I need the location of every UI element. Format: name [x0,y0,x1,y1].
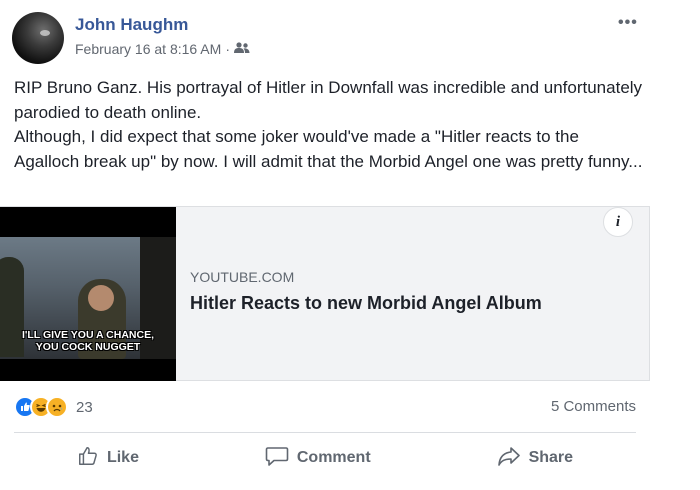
share-arrow-icon [497,445,521,472]
thumbnail-scene: I'LL GIVE YOU A CHANCE, YOU COCK NUGGET [0,237,176,359]
video-thumbnail[interactable]: I'LL GIVE YOU A CHANCE, YOU COCK NUGGET [0,207,176,381]
post-paragraph: Although, I did expect that some joker w… [14,127,643,171]
post-paragraph: RIP Bruno Ganz. His portrayal of Hitler … [14,78,643,122]
comments-count-link[interactable]: 5 Comments [551,398,636,415]
reactions-summary[interactable]: 23 [14,396,93,418]
comment-button[interactable]: Comment [265,440,371,476]
caption-line: I'LL GIVE YOU A CHANCE, [21,329,154,341]
author-avatar[interactable] [12,12,64,64]
link-preview-card[interactable]: I'LL GIVE YOU A CHANCE, YOU COCK NUGGET … [0,206,650,381]
action-bar-divider [14,432,636,433]
thumbnail-caption: I'LL GIVE YOU A CHANCE, YOU COCK NUGGET [0,329,176,353]
avatar-highlight [40,30,50,36]
link-title[interactable]: Hitler Reacts to new Morbid Angel Album [190,293,542,314]
thumbnail-face [88,285,114,311]
share-button[interactable]: Share [497,440,573,476]
meta-separator: · [225,41,230,57]
share-label: Share [528,449,574,466]
sad-reaction-icon [46,396,68,418]
author-name[interactable]: John Haughm [75,15,188,35]
caption-line: YOU COCK NUGGET [35,341,141,353]
post-meta: February 16 at 8:16 AM · [75,41,250,57]
link-source: YOUTUBE.COM [190,269,295,285]
info-icon[interactable]: i [603,207,633,237]
comment-bubble-icon [265,445,289,472]
post-action-bar: Like Comment Share [14,440,636,476]
thumbs-up-icon [77,445,99,472]
friends-icon[interactable] [233,41,250,57]
like-label: Like [106,449,139,466]
post-timestamp[interactable]: February 16 at 8:16 AM [75,41,221,57]
more-options-icon[interactable]: ••• [618,14,638,32]
comment-label: Comment [296,449,371,466]
post-body: RIP Bruno Ganz. His portrayal of Hitler … [14,76,644,174]
reaction-count: 23 [76,398,93,416]
like-button[interactable]: Like [77,440,139,476]
